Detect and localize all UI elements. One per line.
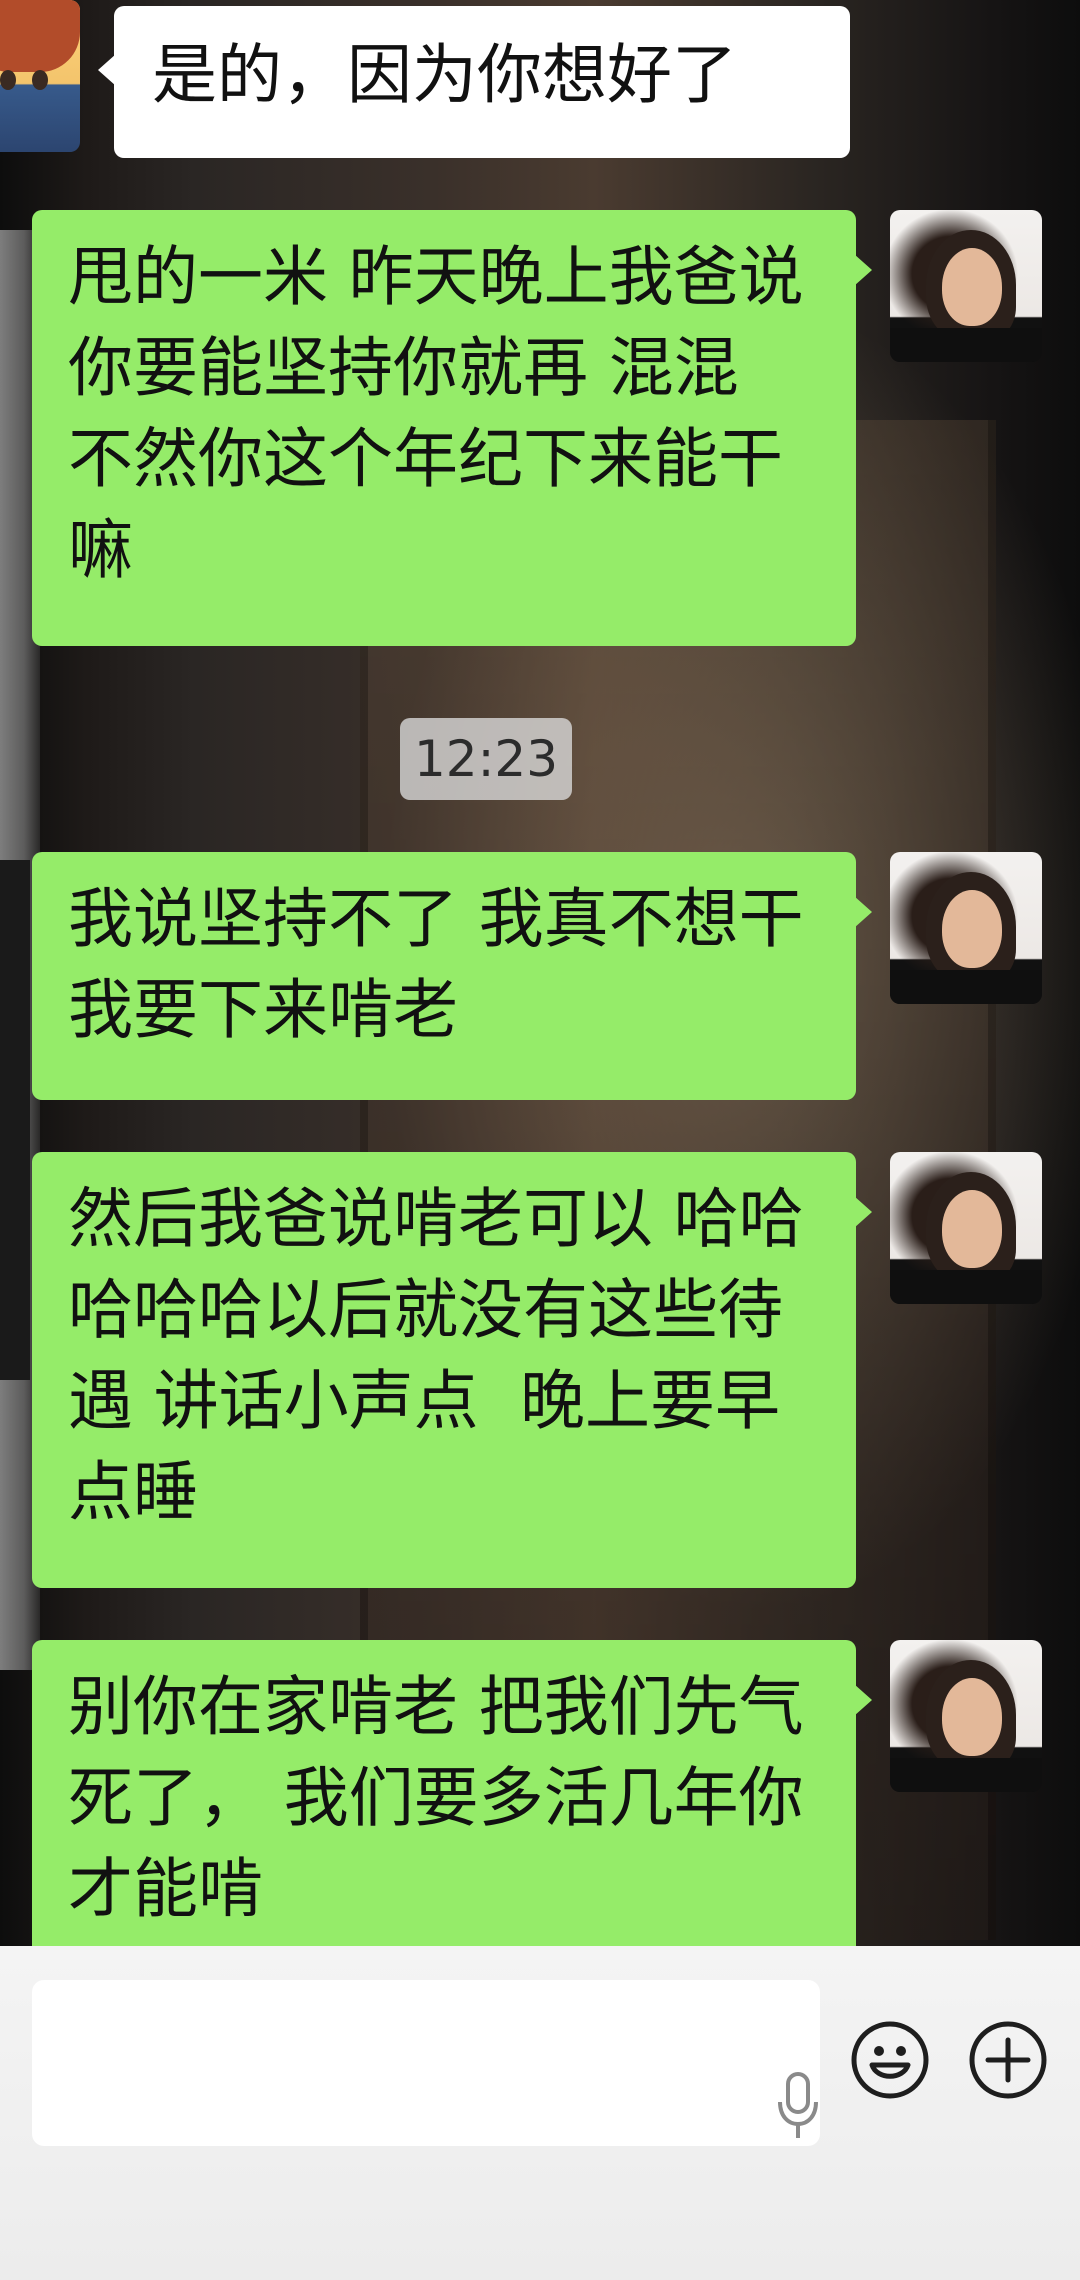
my-avatar[interactable] bbox=[890, 210, 1042, 362]
my-avatar-top bbox=[890, 1758, 1042, 1792]
sent-message-bubble[interactable]: 然后我爸说啃老可以 哈哈哈哈哈以后就没有这些待遇 讲话小声点 晚上要早点睡 bbox=[32, 1152, 872, 1588]
contact-avatar[interactable] bbox=[0, 0, 80, 152]
contact-avatar-eye-left bbox=[0, 70, 16, 90]
my-avatar-top bbox=[890, 1270, 1042, 1304]
my-avatar[interactable] bbox=[890, 1640, 1042, 1792]
sent-message-bubble[interactable]: 甩的一米 昨天晚上我爸说你要能坚持你就再 混混 不然你这个年纪下来能干嘛 bbox=[32, 210, 872, 646]
my-avatar[interactable] bbox=[890, 1152, 1042, 1304]
my-avatar-face bbox=[942, 248, 1002, 326]
emoji-smile-icon[interactable] bbox=[850, 2020, 930, 2100]
my-avatar-face bbox=[942, 1678, 1002, 1756]
my-avatar-top bbox=[890, 970, 1042, 1004]
my-avatar-face bbox=[942, 1190, 1002, 1268]
message-input-bar bbox=[0, 1946, 1080, 2280]
contact-avatar-eye-right bbox=[32, 70, 48, 90]
received-message-bubble[interactable]: 是的，因为你想好了 bbox=[98, 6, 850, 158]
plus-more-icon[interactable] bbox=[968, 2020, 1048, 2100]
sent-message-bubble[interactable]: 我说坚持不了 我真不想干 我要下来啃老 bbox=[32, 852, 872, 1100]
voice-mic-icon[interactable] bbox=[774, 2070, 822, 2142]
contact-avatar-hair bbox=[0, 0, 80, 72]
chat-screen: 是的，因为你想好了 甩的一米 昨天晚上我爸说你要能坚持你就再 混混 不然你这个年… bbox=[0, 0, 1080, 2280]
my-avatar-top bbox=[890, 328, 1042, 362]
my-avatar[interactable] bbox=[890, 852, 1042, 1004]
background-left-panel bbox=[0, 860, 30, 1380]
message-timestamp: 12:23 bbox=[400, 718, 572, 800]
my-avatar-face bbox=[942, 890, 1002, 968]
message-text-input[interactable] bbox=[32, 1980, 820, 2146]
